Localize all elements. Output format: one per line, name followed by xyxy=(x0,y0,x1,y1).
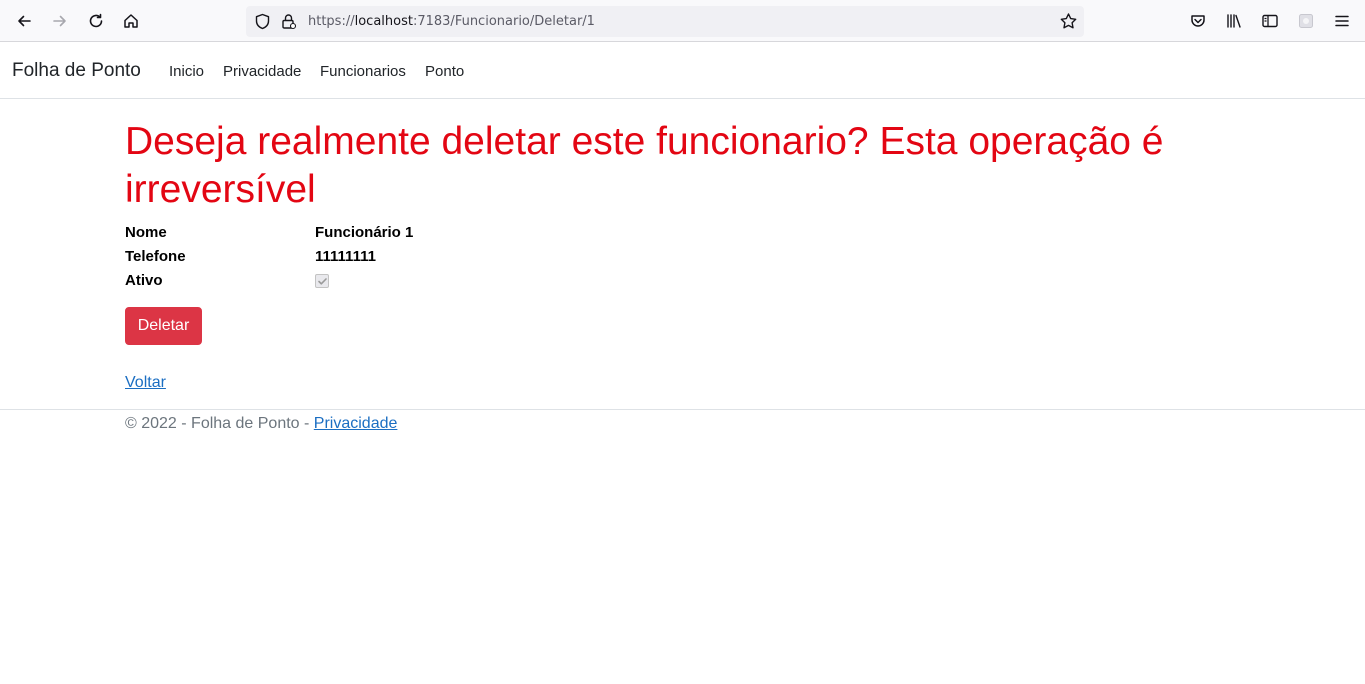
footer-privacy-link[interactable]: Privacidade xyxy=(314,415,398,432)
check-icon xyxy=(317,277,327,285)
nav-link-funcionarios[interactable]: Funcionarios xyxy=(320,63,406,80)
library-icon[interactable] xyxy=(1222,9,1246,33)
nav-link-ponto[interactable]: Ponto xyxy=(425,63,464,80)
footer-text: © 2022 - Folha de Ponto - Privacidade xyxy=(125,415,397,433)
pocket-icon[interactable] xyxy=(1186,9,1210,33)
delete-button[interactable]: Deletar xyxy=(125,307,202,345)
back-link[interactable]: Voltar xyxy=(125,374,166,392)
address-bar[interactable]: https://localhost:7183/Funcionario/Delet… xyxy=(246,6,1084,37)
nav-link-privacidade[interactable]: Privacidade xyxy=(223,63,301,80)
url-text: https://localhost:7183/Funcionario/Delet… xyxy=(308,14,595,29)
star-icon[interactable] xyxy=(1059,12,1078,31)
nav-link-inicio[interactable]: Inicio xyxy=(169,63,204,80)
back-arrow-icon[interactable] xyxy=(12,9,36,33)
field-label-telefone: Telefone xyxy=(125,248,186,265)
site-navbar: Folha de Ponto Inicio Privacidade Funcio… xyxy=(0,42,1365,99)
reload-icon[interactable] xyxy=(84,9,108,33)
field-label-nome: Nome xyxy=(125,224,167,241)
forward-arrow-icon[interactable] xyxy=(48,9,72,33)
browser-toolbar: https://localhost:7183/Funcionario/Delet… xyxy=(0,0,1365,42)
menu-icon[interactable] xyxy=(1330,9,1354,33)
sidebar-icon[interactable] xyxy=(1258,9,1282,33)
lock-icon[interactable] xyxy=(280,13,297,30)
home-icon[interactable] xyxy=(119,9,143,33)
url-host: localhost xyxy=(354,14,413,29)
field-value-telefone: 11111111 xyxy=(315,248,376,265)
field-value-nome: Funcionário 1 xyxy=(315,224,414,241)
shield-icon[interactable] xyxy=(254,13,271,30)
url-path: :7183/Funcionario/Deletar/1 xyxy=(412,14,595,29)
url-scheme: https:// xyxy=(308,14,355,29)
extension-icon[interactable] xyxy=(1294,9,1318,33)
ativo-checkbox xyxy=(315,274,329,288)
brand-link[interactable]: Folha de Ponto xyxy=(12,60,141,82)
footer-copyright: © 2022 - Folha de Ponto - xyxy=(125,415,314,432)
page-title: Deseja realmente deletar este funcionari… xyxy=(125,120,1164,211)
footer: © 2022 - Folha de Ponto - Privacidade xyxy=(0,409,1365,439)
field-label-ativo: Ativo xyxy=(125,272,163,289)
